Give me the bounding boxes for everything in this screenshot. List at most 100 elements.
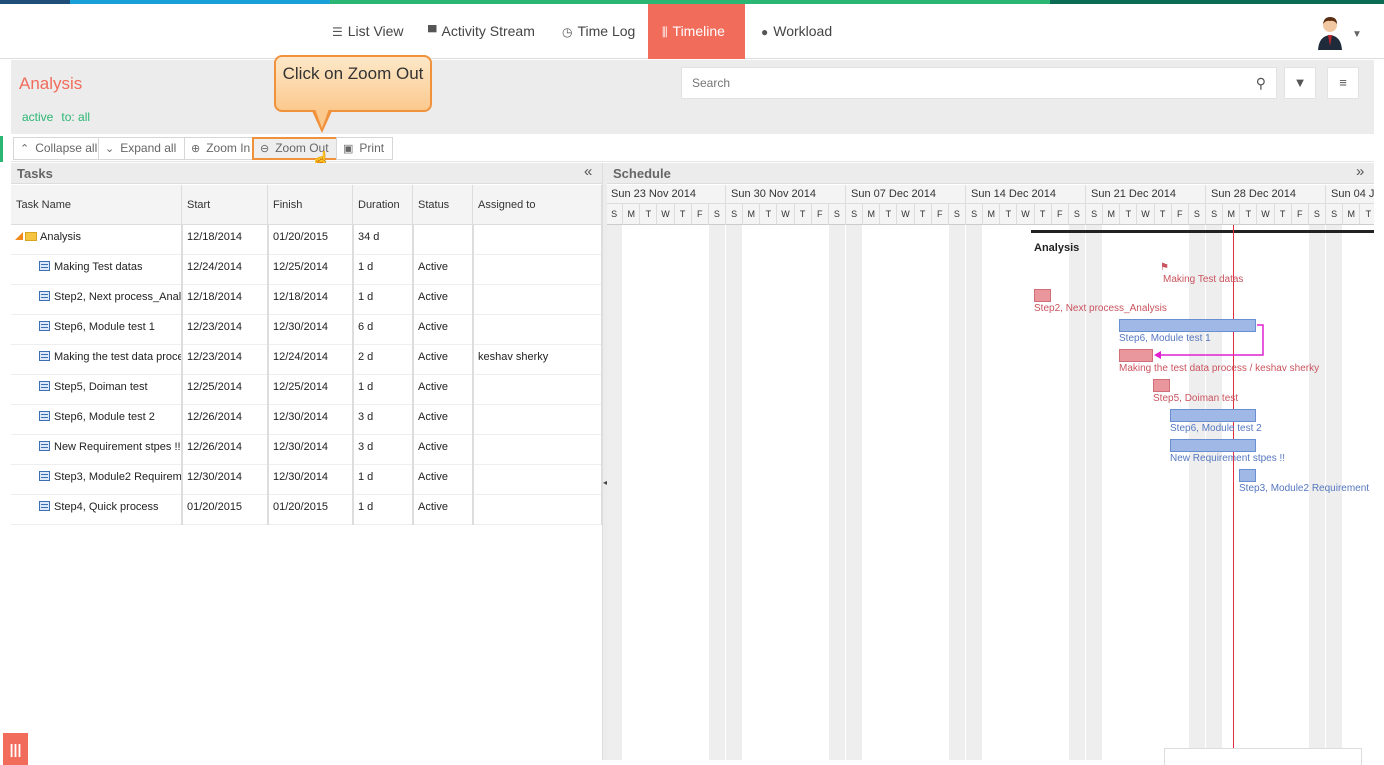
table-row[interactable]: Step5, Doiman test 12/25/2014 12/25/2014 1 … xyxy=(11,375,602,405)
task-icon xyxy=(39,441,50,451)
search-input[interactable] xyxy=(682,68,1242,98)
cell-text: 12/25/2014 xyxy=(187,381,243,393)
filter-assigned[interactable]: to: all xyxy=(61,110,90,124)
task-icon xyxy=(39,351,50,361)
cell-duration: 1 d xyxy=(353,465,413,495)
table-row[interactable]: Step6, Module test 2 12/26/2014 12/30/2014… xyxy=(11,405,602,435)
column-duration[interactable]: Duration xyxy=(353,185,413,225)
filter-icon: ▼ xyxy=(1293,75,1307,90)
cell-start: 12/23/2014 xyxy=(182,315,268,345)
left-edge xyxy=(0,60,10,765)
task-icon xyxy=(39,471,50,481)
cell-duration: 2 d xyxy=(353,345,413,375)
cell-text: Step6, Module test 2 xyxy=(54,411,155,423)
cell-text: 12/25/2014 xyxy=(273,261,329,273)
table-row[interactable]: Analysis 12/18/2014 01/20/2015 34 d xyxy=(11,225,602,255)
column-assigned-to[interactable]: Assigned to xyxy=(473,185,602,225)
table-row[interactable]: Step2, Next process_Analysi 12/18/2014 12/… xyxy=(11,285,602,315)
cell-text: Active xyxy=(418,261,448,273)
cell-finish: 12/30/2014 xyxy=(268,435,353,465)
print-label: Print xyxy=(359,141,385,155)
search-icon[interactable]: ⚲ xyxy=(1256,75,1266,92)
nav-label: List View xyxy=(347,23,404,39)
cell-text: Making the test data process xyxy=(54,351,182,363)
cell-text: 01/20/2015 xyxy=(273,231,329,243)
cell-status: Active xyxy=(413,405,473,435)
nav-activity-stream[interactable]: ▀ Activity Stream xyxy=(414,4,549,59)
cell-finish: 12/30/2014 xyxy=(268,465,353,495)
side-indicator xyxy=(0,136,3,162)
cell-text: Active xyxy=(418,381,448,393)
cell-name: Analysis xyxy=(11,225,182,255)
bars-icon[interactable]: ||| xyxy=(3,733,28,765)
cell-text: Step3, Module2 Requirement xyxy=(54,471,182,483)
cell-text: 12/30/2014 xyxy=(273,411,329,423)
cell-text: 12/18/2014 xyxy=(187,291,243,303)
collapse-all-label: Collapse all xyxy=(35,141,98,155)
cell-duration: 1 d xyxy=(353,495,413,525)
cell-text: 12/18/2014 xyxy=(187,231,243,243)
nav-label: Workload xyxy=(773,23,833,39)
menu-button[interactable]: ≡ xyxy=(1327,67,1359,99)
cell-text: 3 d xyxy=(358,411,374,423)
table-row[interactable]: Step6, Module test 1 12/23/2014 12/30/2014… xyxy=(11,315,602,345)
cell-text: Analysis xyxy=(40,231,81,243)
task-icon xyxy=(39,261,50,271)
nav-workload[interactable]: ● Workload xyxy=(747,4,846,59)
cell-text: 12/23/2014 xyxy=(187,321,243,333)
table-row[interactable]: Making the test data process 12/23/2014 12… xyxy=(11,345,602,375)
page-title: Analysis xyxy=(19,74,83,93)
cell-status: Active xyxy=(413,375,473,405)
cell-text: 12/30/2014 xyxy=(187,471,243,483)
cell-duration: 34 d xyxy=(353,225,413,255)
cell-start: 12/18/2014 xyxy=(182,285,268,315)
collapse-left-icon[interactable]: « xyxy=(584,163,592,180)
zoom-in-icon: ⊕ xyxy=(191,143,201,155)
filter-active[interactable]: active xyxy=(22,110,53,124)
expand-arrow-icon[interactable] xyxy=(15,232,23,240)
folder-icon xyxy=(25,232,37,241)
column-finish[interactable]: Finish xyxy=(268,185,353,225)
cell-name: Making Test datas xyxy=(11,255,182,285)
column-divider xyxy=(268,225,269,525)
filter-button[interactable]: ▼ xyxy=(1284,67,1316,99)
cell-finish: 12/30/2014 xyxy=(268,405,353,435)
column-task-name[interactable]: Task Name xyxy=(11,185,182,225)
cell-text: keshav sherky xyxy=(478,351,549,363)
zoom-in-button[interactable]: ⊕ Zoom In xyxy=(184,137,259,160)
table-row[interactable]: New Requirement stpes !! 12/26/2014 12/30/… xyxy=(11,435,602,465)
column-divider xyxy=(473,225,474,525)
column-status[interactable]: Status xyxy=(413,185,473,225)
nav-timeline[interactable]: ⫼ Timeline xyxy=(648,4,745,59)
cell-start: 12/26/2014 xyxy=(182,405,268,435)
cell-text: 2 d xyxy=(358,351,374,363)
schedule-area: Analysis Sun 23 Nov 2014 S M T W T F S Sun 30 No… xyxy=(607,185,1374,760)
expand-all-button[interactable]: ⌄ Expand all xyxy=(98,137,186,160)
cell-name: Step2, Next process_Analysi xyxy=(11,285,182,315)
clock-icon: ◷ xyxy=(562,25,573,39)
expand-right-icon[interactable]: » xyxy=(1356,163,1364,180)
cell-duration: 1 d xyxy=(353,285,413,315)
avatar[interactable] xyxy=(1316,16,1344,50)
column-start[interactable]: Start xyxy=(182,185,268,225)
cell-finish: 12/25/2014 xyxy=(268,255,353,285)
cell-assigned xyxy=(473,225,602,255)
cell-text: 12/24/2014 xyxy=(273,351,329,363)
schedule-header: Schedule xyxy=(607,163,1374,184)
table-row[interactable]: Step4, Quick process 01/20/2015 01/20/2015… xyxy=(11,495,602,525)
cell-text: 1 d xyxy=(358,381,374,393)
table-row[interactable]: Step3, Module2 Requirement 12/30/2014 12/3… xyxy=(11,465,602,495)
table-row[interactable]: Making Test datas 12/24/2014 12/25/2014 1 d… xyxy=(11,255,602,285)
nav-label: Activity Stream xyxy=(441,23,535,39)
cell-start: 12/26/2014 xyxy=(182,435,268,465)
nav-time-log[interactable]: ◷ Time Log xyxy=(548,4,649,59)
cell-text: Active xyxy=(418,441,448,453)
cell-status: Active xyxy=(413,345,473,375)
print-button[interactable]: ▣ Print xyxy=(336,137,394,160)
chevron-down-icon[interactable]: ▼ xyxy=(1352,29,1362,40)
cell-start: 12/23/2014 xyxy=(182,345,268,375)
collapse-all-button[interactable]: ⌃ Collapse all xyxy=(13,137,106,160)
nav-list-view[interactable]: ☰ List View xyxy=(318,4,418,59)
cell-text: 1 d xyxy=(358,471,374,483)
cell-text: 6 d xyxy=(358,321,374,333)
